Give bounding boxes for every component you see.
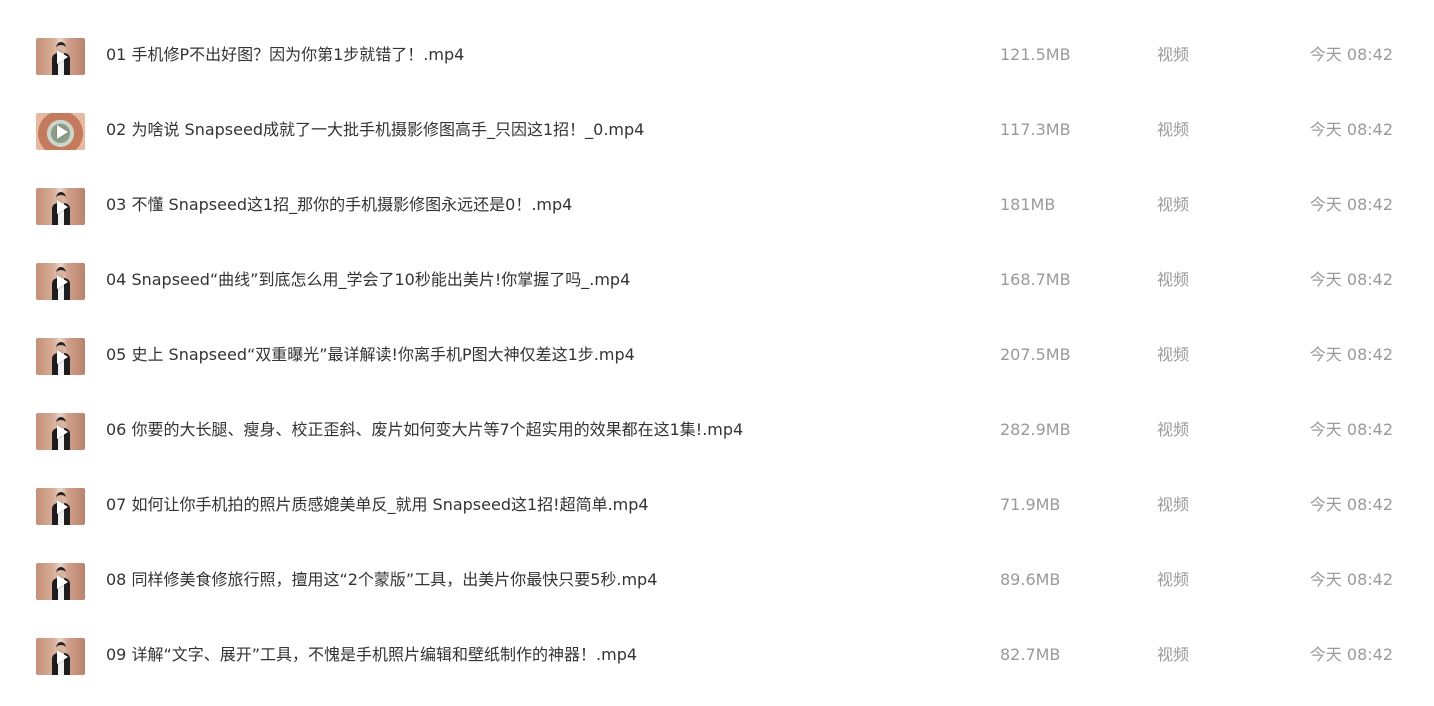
play-icon xyxy=(56,649,68,664)
file-name[interactable]: 05 史上 Snapseed“双重曝光”最详解读!你离手机P图大神仅差这1步.m… xyxy=(106,345,635,365)
file-modified-time: 今天 08:42 xyxy=(1309,195,1393,214)
play-icon xyxy=(56,349,68,364)
file-name[interactable]: 04 Snapseed“曲线”到底怎么用_学会了10秒能出美片!你掌握了吗_.m… xyxy=(106,270,630,290)
file-type: 视频 xyxy=(1157,570,1190,589)
file-size: 168.7MB xyxy=(1000,270,1071,289)
file-type: 视频 xyxy=(1157,45,1190,64)
file-modified-time: 今天 08:42 xyxy=(1309,420,1393,439)
video-thumbnail[interactable] xyxy=(36,38,85,75)
file-row[interactable]: 05 史上 Snapseed“双重曝光”最详解读!你离手机P图大神仅差这1步.m… xyxy=(0,331,1434,406)
video-thumbnail[interactable] xyxy=(36,263,85,300)
play-icon xyxy=(56,424,68,439)
file-row[interactable]: 06 你要的大长腿、瘦身、校正歪斜、废片如何变大片等7个超实用的效果都在这1集!… xyxy=(0,406,1434,481)
file-size: 282.9MB xyxy=(1000,420,1071,439)
file-row[interactable]: 02 为啥说 Snapseed成就了一大批手机摄影修图高手_只因这1招！_0.m… xyxy=(0,106,1434,181)
file-row[interactable]: 03 不懂 Snapseed这1招_那你的手机摄影修图永远还是0！.mp4 18… xyxy=(0,181,1434,256)
file-name[interactable]: 06 你要的大长腿、瘦身、校正歪斜、废片如何变大片等7个超实用的效果都在这1集!… xyxy=(106,420,743,440)
file-row[interactable]: 01 手机修P不出好图？因为你第1步就错了！.mp4 121.5MB 视频 今天… xyxy=(0,31,1434,106)
file-modified-time: 今天 08:42 xyxy=(1309,645,1393,664)
video-thumbnail[interactable] xyxy=(36,563,85,600)
file-size: 82.7MB xyxy=(1000,645,1061,664)
file-size: 207.5MB xyxy=(1000,345,1071,364)
file-type: 视频 xyxy=(1157,645,1190,664)
play-icon xyxy=(56,49,68,64)
file-list: 01 手机修P不出好图？因为你第1步就错了！.mp4 121.5MB 视频 今天… xyxy=(0,0,1434,686)
file-type: 视频 xyxy=(1157,495,1190,514)
file-size: 89.6MB xyxy=(1000,570,1061,589)
file-type: 视频 xyxy=(1157,195,1190,214)
file-modified-time: 今天 08:42 xyxy=(1309,120,1393,139)
file-modified-time: 今天 08:42 xyxy=(1309,45,1393,64)
file-name[interactable]: 01 手机修P不出好图？因为你第1步就错了！.mp4 xyxy=(106,45,464,65)
file-row[interactable]: 04 Snapseed“曲线”到底怎么用_学会了10秒能出美片!你掌握了吗_.m… xyxy=(0,256,1434,331)
file-size: 71.9MB xyxy=(1000,495,1061,514)
file-name[interactable]: 08 同样修美食修旅行照，擅用这“2个蒙版”工具，出美片你最快只要5秒.mp4 xyxy=(106,570,657,590)
file-row[interactable]: 07 如何让你手机拍的照片质感媲美单反_就用 Snapseed这1招!超简单.m… xyxy=(0,481,1434,556)
file-name[interactable]: 03 不懂 Snapseed这1招_那你的手机摄影修图永远还是0！.mp4 xyxy=(106,195,572,215)
video-thumbnail[interactable] xyxy=(36,188,85,225)
video-thumbnail[interactable] xyxy=(36,338,85,375)
file-name[interactable]: 09 详解“文字、展开”工具，不愧是手机照片编辑和壁纸制作的神器！.mp4 xyxy=(106,645,637,665)
file-type: 视频 xyxy=(1157,420,1190,439)
file-modified-time: 今天 08:42 xyxy=(1309,270,1393,289)
video-thumbnail[interactable] xyxy=(36,638,85,675)
file-size: 121.5MB xyxy=(1000,45,1071,64)
file-modified-time: 今天 08:42 xyxy=(1309,495,1393,514)
file-type: 视频 xyxy=(1157,270,1190,289)
file-type: 视频 xyxy=(1157,345,1190,364)
play-icon xyxy=(56,499,68,514)
file-size: 181MB xyxy=(1000,195,1056,214)
file-modified-time: 今天 08:42 xyxy=(1309,345,1393,364)
file-row[interactable]: 08 同样修美食修旅行照，擅用这“2个蒙版”工具，出美片你最快只要5秒.mp4 … xyxy=(0,556,1434,631)
file-modified-time: 今天 08:42 xyxy=(1309,570,1393,589)
play-icon xyxy=(56,124,68,139)
video-thumbnail[interactable] xyxy=(36,113,85,150)
play-icon xyxy=(56,199,68,214)
file-size: 117.3MB xyxy=(1000,120,1071,139)
file-row[interactable]: 09 详解“文字、展开”工具，不愧是手机照片编辑和壁纸制作的神器！.mp4 82… xyxy=(0,631,1434,706)
video-thumbnail[interactable] xyxy=(36,413,85,450)
video-thumbnail[interactable] xyxy=(36,488,85,525)
file-type: 视频 xyxy=(1157,120,1190,139)
play-icon xyxy=(56,574,68,589)
file-name[interactable]: 02 为啥说 Snapseed成就了一大批手机摄影修图高手_只因这1招！_0.m… xyxy=(106,120,644,140)
play-icon xyxy=(56,274,68,289)
file-name[interactable]: 07 如何让你手机拍的照片质感媲美单反_就用 Snapseed这1招!超简单.m… xyxy=(106,495,649,515)
